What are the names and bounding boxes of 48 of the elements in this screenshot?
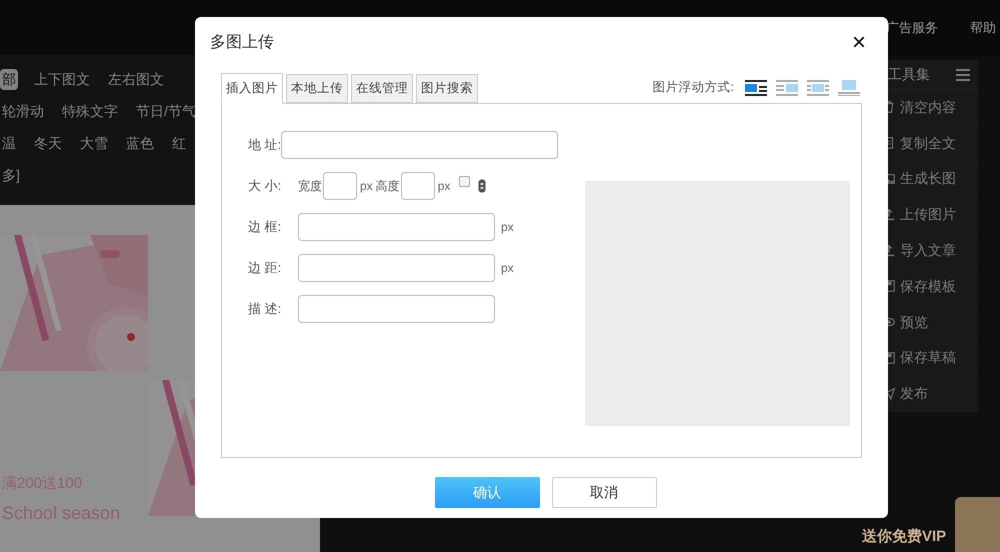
field-label: 描 述: [248,300,282,318]
checkbox[interactable] [459,176,470,186]
input-field[interactable] [298,254,495,282]
float-none-icon[interactable] [838,80,860,96]
style-tag[interactable]: 大雪 [78,132,110,154]
tab[interactable]: 在线管理 [351,74,413,103]
field-label: 边 距: [248,259,282,278]
cancel-button[interactable]: 取消 [552,477,656,508]
unit-label: px [438,178,450,195]
field-label: 地 址: [248,136,282,154]
input-field[interactable] [298,213,495,241]
field-label: 大 小: [248,177,282,196]
unit-label: px [501,219,514,236]
unit-label: px [501,260,514,277]
field-label: 高度 [376,178,400,195]
style-tag[interactable]: 红 [170,132,188,154]
float-right-icon[interactable] [776,80,798,96]
menu-icon[interactable] [956,68,970,80]
style-tag[interactable]: 冬天 [32,132,64,154]
close-button[interactable]: × [852,31,866,55]
style-tag[interactable]: 轮滑动 [0,100,46,122]
style-tag[interactable]: 温 [0,132,18,154]
toolbox-title: 工具集 [888,65,930,84]
nav-link[interactable]: 帮助 [970,18,996,38]
input-field[interactable] [323,172,357,200]
style-tag[interactable]: 节日/节气 [134,100,198,122]
style-tag[interactable]: 部 [0,68,18,90]
tab[interactable]: 图片搜索 [416,74,478,103]
float-center-icon[interactable] [807,80,829,96]
input-field[interactable] [298,295,495,323]
float-left-icon[interactable] [745,80,767,96]
unit-label: px [360,178,373,195]
field-label: 边 框: [248,218,282,236]
style-tag[interactable]: 左右图文 [106,68,166,90]
lock-icon [478,179,486,193]
tab[interactable]: 插入图片 [221,73,283,104]
vip-text: 送你免费VIP [862,527,946,547]
dialog-title: 多图上传 [210,32,274,53]
style-tag[interactable]: 特殊文字 [60,100,120,122]
style-tag[interactable]: 多] [0,164,22,186]
style-tag[interactable]: 上下图文 [32,68,92,90]
style-tag[interactable]: 蓝色 [124,132,156,154]
input-field[interactable] [400,172,435,200]
vip-badge[interactable] [955,497,1000,552]
input-field[interactable] [281,131,558,159]
field-label: 宽度 [298,178,322,195]
float-label: 图片浮动方式: [652,79,734,96]
tab[interactable]: 本地上传 [286,74,348,103]
